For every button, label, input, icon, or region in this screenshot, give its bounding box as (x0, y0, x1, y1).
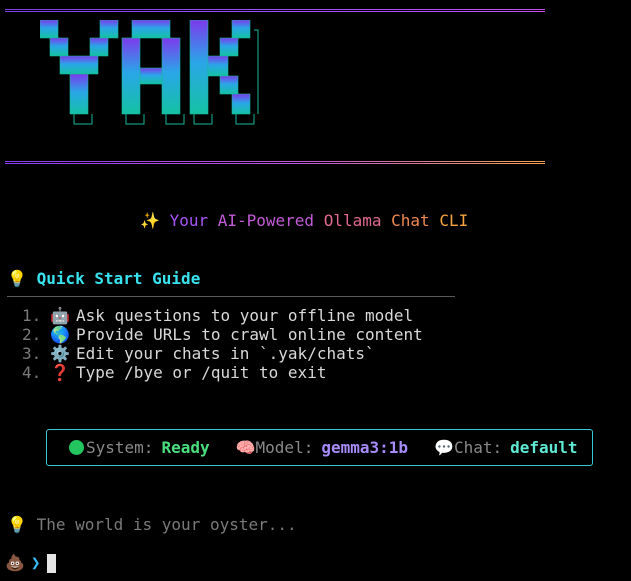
system-status-value: Ready (161, 438, 210, 457)
guide-title: 💡 Quick Start Guide (7, 266, 200, 292)
guide-divider (7, 296, 455, 297)
guide-list: 1. 🤖 Ask questions to your offline model 2… (22, 306, 423, 382)
list-item-number: 1. (22, 306, 42, 325)
list-item-number: 2. (22, 325, 42, 344)
model-label: Model: (255, 438, 314, 457)
robot-icon: 🤖 (50, 306, 70, 325)
yak-logo (40, 20, 259, 125)
poop-icon: 💩 (5, 553, 25, 572)
globe-icon: 🌎 (50, 325, 70, 344)
tagline: ✨ Your AI-Powered Ollama Chat CLI (140, 208, 470, 234)
gear-icon: ⚙️ (50, 344, 70, 363)
text-cursor[interactable] (46, 553, 56, 573)
prompt-arrow: ❯ (30, 553, 41, 572)
guide-title-text: Quick Start Guide (36, 269, 201, 288)
lightbulb-icon: 💡 (7, 515, 27, 534)
tagline-chat: Chat (391, 211, 430, 230)
tagline-ai-powered: AI-Powered (217, 211, 315, 230)
command-prompt[interactable]: 💩 ❯ (5, 551, 56, 575)
list-item: 2. 🌎 Provide URLs to crawl online content (22, 325, 423, 344)
list-item-text: Type /bye or /quit to exit (76, 363, 327, 382)
list-item: 4. ❓ Type /bye or /quit to exit (22, 363, 423, 382)
speech-bubble-icon: 💬 (434, 438, 454, 457)
model-value: gemma3:1b (321, 438, 409, 457)
status-panel: System: Ready 🧠 Model: gemma3:1b 💬 Chat:… (46, 429, 593, 466)
list-item: 1. 🤖 Ask questions to your offline model (22, 306, 423, 325)
tagline-ollama: Ollama (323, 211, 382, 230)
tagline-cli: CLI (439, 211, 469, 230)
list-item-text: Edit your chats in `.yak/chats` (76, 344, 375, 363)
question-mark-icon: ❓ (50, 363, 70, 382)
list-item-number: 3. (22, 344, 42, 363)
chat-label: Chat: (453, 438, 503, 457)
banner-top-rule (5, 9, 545, 12)
lightbulb-icon: 💡 (7, 269, 27, 288)
list-item-number: 4. (22, 363, 42, 382)
list-item-text: Ask questions to your offline model (76, 306, 414, 325)
hint-text: The world is your oyster... (36, 515, 297, 534)
chat-value: default (510, 438, 578, 457)
banner-bottom-rule (5, 161, 545, 164)
list-item: 3. ⚙️ Edit your chats in `.yak/chats` (22, 344, 423, 363)
sparkles-icon: ✨ (140, 211, 160, 230)
hint-line: 💡 The world is your oyster... (7, 513, 297, 537)
tagline-your: Your (169, 211, 209, 230)
list-item-text: Provide URLs to crawl online content (76, 325, 423, 344)
status-dot-icon (69, 440, 84, 455)
brain-icon: 🧠 (235, 438, 256, 457)
system-label: System: (86, 438, 154, 457)
